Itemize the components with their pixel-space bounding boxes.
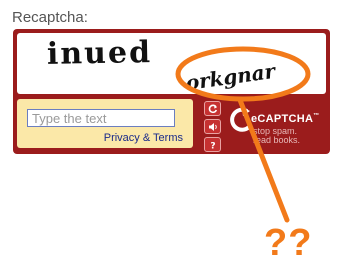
captcha-answer-input[interactable]	[27, 109, 175, 127]
refresh-button[interactable]	[204, 101, 221, 116]
captcha-word-2: orkgnar	[184, 59, 278, 94]
answer-panel: Privacy & Terms	[17, 99, 193, 148]
brand-tagline: stop spam. read books.	[253, 126, 301, 145]
recaptcha-logo-icon	[230, 107, 251, 132]
question-marks: ??	[264, 222, 313, 264]
brand-name: eCAPTCHA™	[251, 113, 320, 125]
captcha-image: inued orkgnar	[17, 33, 326, 94]
recaptcha-widget: inued orkgnar Privacy & Terms ?	[13, 29, 330, 154]
help-button[interactable]: ?	[204, 137, 221, 152]
recaptcha-brand: eCAPTCHA™ stop spam. read books.	[227, 97, 327, 150]
refresh-icon	[208, 104, 217, 113]
audio-button[interactable]	[204, 119, 221, 134]
control-buttons: ?	[204, 101, 221, 155]
privacy-terms-link[interactable]: Privacy & Terms	[104, 132, 183, 144]
captcha-word-1: inued	[47, 35, 153, 72]
help-icon: ?	[210, 141, 215, 150]
recaptcha-label: Recaptcha:	[12, 9, 88, 26]
audio-icon	[208, 122, 217, 131]
svg-text:?: ?	[210, 141, 215, 150]
